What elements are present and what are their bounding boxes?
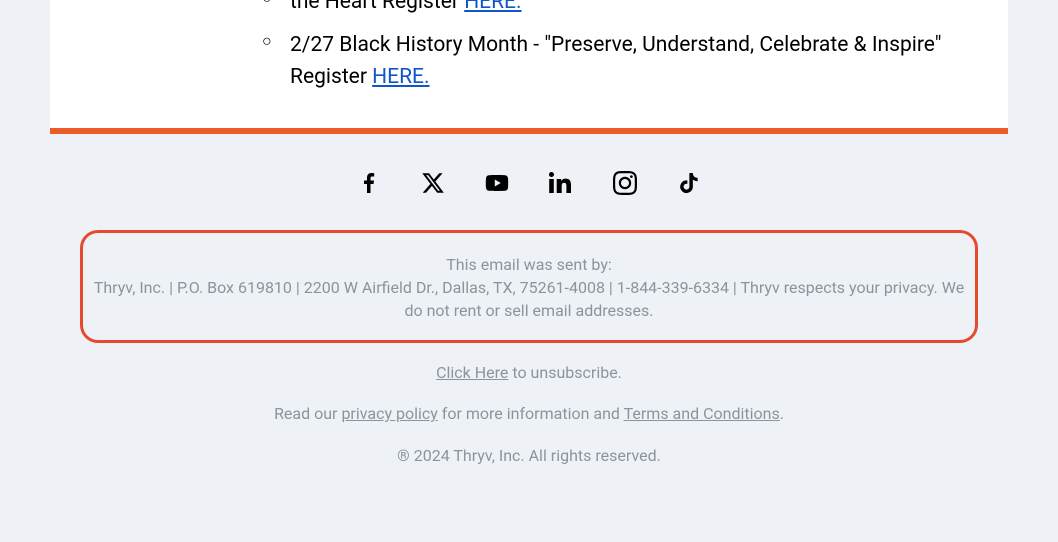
x-twitter-icon[interactable] [420, 170, 446, 196]
register-link[interactable]: HERE. [464, 0, 521, 14]
list-item: 2/27 Black History Month - "Preserve, Un… [290, 29, 968, 94]
unsubscribe-suffix: to unsubscribe. [508, 363, 622, 382]
sender-info-highlight: This email was sent by: Thryv, Inc. | P.… [80, 230, 978, 344]
tiktok-icon[interactable] [676, 170, 702, 196]
policy-line: Read our privacy policy for more informa… [76, 402, 982, 425]
social-icons-row [76, 170, 982, 196]
youtube-icon[interactable] [484, 170, 510, 196]
facebook-icon[interactable] [356, 170, 382, 196]
email-footer: This email was sent by: Thryv, Inc. | P.… [50, 134, 1008, 511]
unsubscribe-link[interactable]: Click Here [436, 363, 508, 382]
event-text-partial: the Heart Register [290, 0, 464, 14]
register-link[interactable]: HERE. [372, 65, 429, 89]
policy-prefix: Read our [274, 404, 341, 423]
terms-link[interactable]: Terms and Conditions [624, 404, 780, 423]
sent-by-label: This email was sent by: [93, 253, 965, 276]
list-item: the Heart Register HERE. [290, 0, 968, 19]
content-card: the Heart Register HERE. 2/27 Black Hist… [50, 0, 1008, 128]
copyright: ® 2024 Thryv, Inc. All rights reserved. [76, 444, 982, 467]
linkedin-icon[interactable] [548, 170, 574, 196]
sent-by-detail: Thryv, Inc. | P.O. Box 619810 | 2200 W A… [93, 276, 965, 322]
unsubscribe-line: Click Here to unsubscribe. [76, 361, 982, 384]
policy-middle: for more information and [438, 404, 624, 423]
policy-suffix: . [780, 404, 784, 423]
privacy-policy-link[interactable]: privacy policy [341, 404, 437, 423]
instagram-icon[interactable] [612, 170, 638, 196]
event-list: the Heart Register HERE. 2/27 Black Hist… [90, 0, 968, 94]
